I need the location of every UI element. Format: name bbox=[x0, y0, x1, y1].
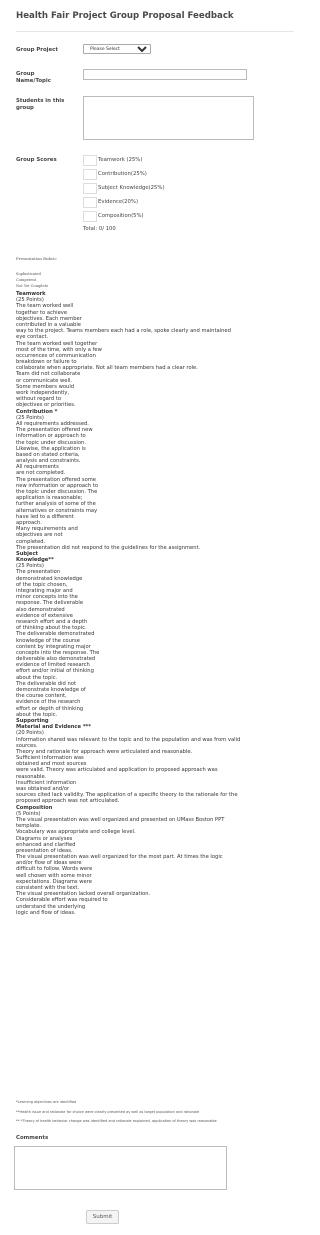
group-name-input[interactable] bbox=[83, 69, 247, 80]
score-input-subject-knowledge[interactable] bbox=[83, 183, 97, 194]
score-input-composition[interactable] bbox=[83, 211, 97, 222]
score-input-contribution[interactable] bbox=[83, 169, 97, 180]
score-label-contribution: Contribution(25%) bbox=[98, 171, 147, 177]
score-input-evidence[interactable] bbox=[83, 197, 97, 208]
score-label-evidence: Evidence(20%) bbox=[98, 199, 139, 205]
group-scores-label: Group Scores bbox=[16, 157, 57, 163]
rubric-note: **Health issue and rationale for choice … bbox=[16, 1110, 200, 1114]
group-project-select[interactable]: Please Select bbox=[83, 44, 151, 54]
comments-label: Comments bbox=[16, 1135, 49, 1141]
comments-textarea[interactable] bbox=[14, 1146, 227, 1190]
form-title: Health Fair Project Group Proposal Feedb… bbox=[16, 11, 234, 21]
rubric-levels: Sophisticated Competent Not Yet Complete bbox=[16, 271, 48, 289]
rubric-note: *Learning objectives are identified bbox=[16, 1100, 77, 1104]
rubric-line: logic and flow of ideas. bbox=[16, 909, 76, 916]
score-label-teamwork: Teamwork (25%) bbox=[98, 157, 143, 163]
rubric-title: Presentation Rubric bbox=[16, 256, 57, 261]
group-project-label: Group Project bbox=[16, 47, 58, 53]
title-divider bbox=[16, 31, 294, 32]
score-input-teamwork[interactable] bbox=[83, 155, 97, 166]
students-textarea[interactable] bbox=[83, 96, 254, 140]
group-name-label-line2: Name/Topic bbox=[16, 77, 51, 84]
group-name-label: Group Name/Topic bbox=[16, 71, 51, 84]
students-label-line2: group bbox=[16, 104, 34, 111]
score-label-composition: Composition(5%) bbox=[98, 213, 144, 219]
form-page: Health Fair Project Group Proposal Feedb… bbox=[0, 0, 310, 1235]
score-label-subject-knowledge: Subject Knowledge(25%) bbox=[98, 185, 165, 191]
students-label: Students in this group bbox=[16, 98, 64, 111]
group-name-label-line1: Group bbox=[16, 71, 35, 77]
rubric-level: Not Yet Complete bbox=[16, 284, 49, 288]
students-label-line1: Students in this bbox=[16, 98, 65, 104]
rubric-body: Teamwork (25 Points) The team worked well t… bbox=[16, 291, 298, 916]
rubric-note: ** *Theory of health behavior change was… bbox=[16, 1119, 217, 1123]
score-total: Total: 0/ 100 bbox=[83, 226, 116, 232]
submit-button[interactable]: Submit bbox=[86, 1210, 119, 1224]
